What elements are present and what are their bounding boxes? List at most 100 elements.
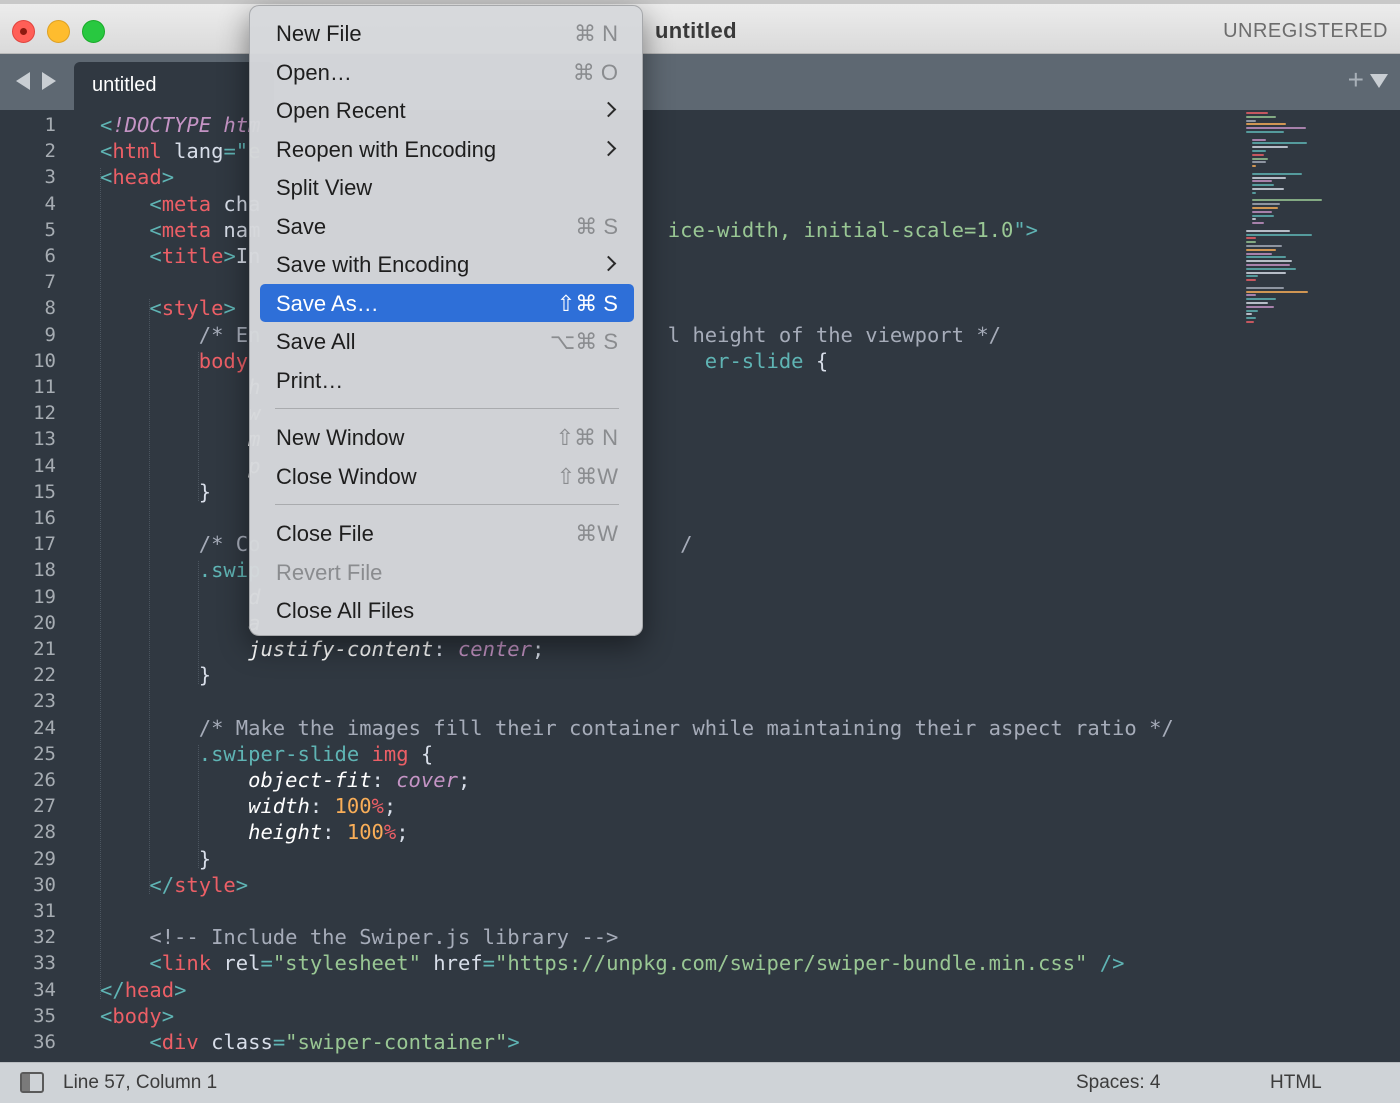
tab-list-dropdown-icon[interactable] [1370,74,1388,88]
line-number: 5 [44,218,56,241]
syntax-selector[interactable]: HTML [1270,1072,1322,1094]
menu-item-label: Save [276,213,327,239]
cursor-position[interactable]: Line 57, Column 1 [63,1072,217,1094]
code-token: } [198,663,212,688]
chevron-right-icon [600,255,617,272]
zoom-window-button[interactable] [82,20,105,43]
code-token: > [161,1003,175,1028]
code-line[interactable]: object-fit: cover; [100,767,470,793]
code-token: lang [161,139,224,164]
minimap-line [1252,207,1278,209]
code-line[interactable]: <html lang="e [100,138,260,164]
minimap-line [1246,237,1256,240]
minimap-line [1246,286,1284,289]
code-line[interactable]: h [100,374,260,400]
code-token: : [309,794,335,819]
menu-item-new-window[interactable]: New Window ⇧⌘ N [260,418,634,456]
menu-item-shortcut: ⌘ S [575,213,618,239]
menu-separator [275,504,619,505]
line-number: 15 [33,480,56,503]
title-bar: untitled UNREGISTERED [0,0,1400,54]
code-token: "https://unpkg.com/swiper/swiper-bundle.… [494,951,1088,976]
code-token: ; [532,637,545,661]
code-line[interactable]: a [100,610,260,636]
code-token: % [371,794,384,819]
minimap-line [1252,191,1256,194]
code-token: { [408,741,434,766]
code-editor[interactable]: 1 2 3 4 5 6 7 8 9 10 11 12 13 14 15 16 17 18 19 20 21 22 23 24 2… [0,110,1400,1062]
code-line[interactable]: } [100,479,211,505]
menu-item-save[interactable]: Save ⌘ S [260,207,634,245]
code-line[interactable]: </head> [100,977,186,1003]
menu-item-reopen-with-encoding[interactable]: Reopen with Encoding [260,130,634,168]
code-line[interactable]: <link rel="stylesheet" href="https://unp… [100,950,1124,976]
code-line[interactable]: <body> [100,1003,174,1029]
minimap-line [1246,131,1284,133]
code-token: < [100,139,113,164]
code-line[interactable]: <!DOCTYPE htm [100,112,260,138]
line-number: 13 [33,428,56,451]
menu-item-save-with-encoding[interactable]: Save with Encoding [260,245,634,283]
code-line[interactable]: } [100,662,211,688]
tab-untitled[interactable]: untitled [74,62,274,110]
code-line[interactable]: w [100,400,260,426]
menu-item-open[interactable]: Open… ⌘ O [260,53,634,91]
menu-item-split-view[interactable]: Split View [260,168,634,206]
close-window-button[interactable] [12,20,35,43]
minimap-line [1246,275,1258,278]
code-line[interactable]: height: 100%; [100,819,408,845]
minimap-line [1246,264,1290,266]
menu-item-label: New File [276,21,362,46]
code-token: / [680,532,693,557]
panel-toggle-icon[interactable] [20,1072,44,1093]
code-token: 100 [346,820,384,845]
menu-item-save-all[interactable]: Save All ⌥⌘ S [260,322,634,360]
code-line[interactable]: width: 100%; [100,793,396,819]
code-line[interactable]: p [100,453,260,479]
code-line[interactable]: .swiper-slide img { [100,741,434,767]
code-line[interactable]: /* Make the images fill their container … [100,715,1174,741]
code-token: > [223,296,236,321]
menu-item-close-all-files[interactable]: Close All Files [260,591,634,629]
menu-item-open-recent[interactable]: Open Recent [260,91,634,129]
minimap[interactable] [1244,110,1394,340]
code-line[interactable]: </style> [100,872,248,898]
code-line[interactable]: <!-- Include the Swiper.js library --> [100,924,618,950]
code-token: < [149,951,162,976]
code-line[interactable]: <style> [100,295,236,321]
menu-item-shortcut: ⌘ O [572,59,618,85]
code-line[interactable]: .swip [100,557,261,583]
menu-item-close-window[interactable]: Close Window ⇧⌘W [260,457,634,495]
indentation-setting[interactable]: Spaces: 4 [1076,1072,1161,1094]
code-token: > [507,1030,520,1054]
minimize-window-button[interactable] [47,20,70,43]
code-token: link [161,951,212,976]
menu-item-new-file[interactable]: New File ⌘ N [260,14,634,52]
new-tab-icon[interactable]: + [1348,66,1364,94]
code-token: 100 [334,794,372,819]
code-token: style [161,296,224,321]
code-line[interactable]: <div class="swiper-container"> [100,1029,520,1055]
menu-item-shortcut: ⌘ N [574,21,618,46]
minimap-line [1252,142,1307,145]
code-line[interactable]: <head> [100,164,174,190]
menu-item-save-as[interactable]: Save As… ⇧⌘ S [260,283,634,322]
code-line[interactable]: } [100,846,211,872]
menu-item-print[interactable]: Print… [260,361,634,399]
code-line[interactable]: <meta cha [100,191,260,217]
code-line[interactable]: justify-content: center; [100,636,544,662]
minimap-line [1252,161,1266,164]
code-line[interactable]: d [100,584,260,610]
next-tab-icon[interactable] [42,72,56,90]
menu-item-label: Save with Encoding [276,252,470,277]
code-line[interactable]: m [100,426,260,452]
code-token: cover [396,768,458,792]
code-line[interactable]: <title>In [100,243,260,269]
menu-item-close-file[interactable]: Close File ⌘W [260,514,634,552]
line-number: 35 [33,1004,56,1027]
line-number: 22 [33,664,56,687]
previous-tab-icon[interactable] [16,72,30,90]
